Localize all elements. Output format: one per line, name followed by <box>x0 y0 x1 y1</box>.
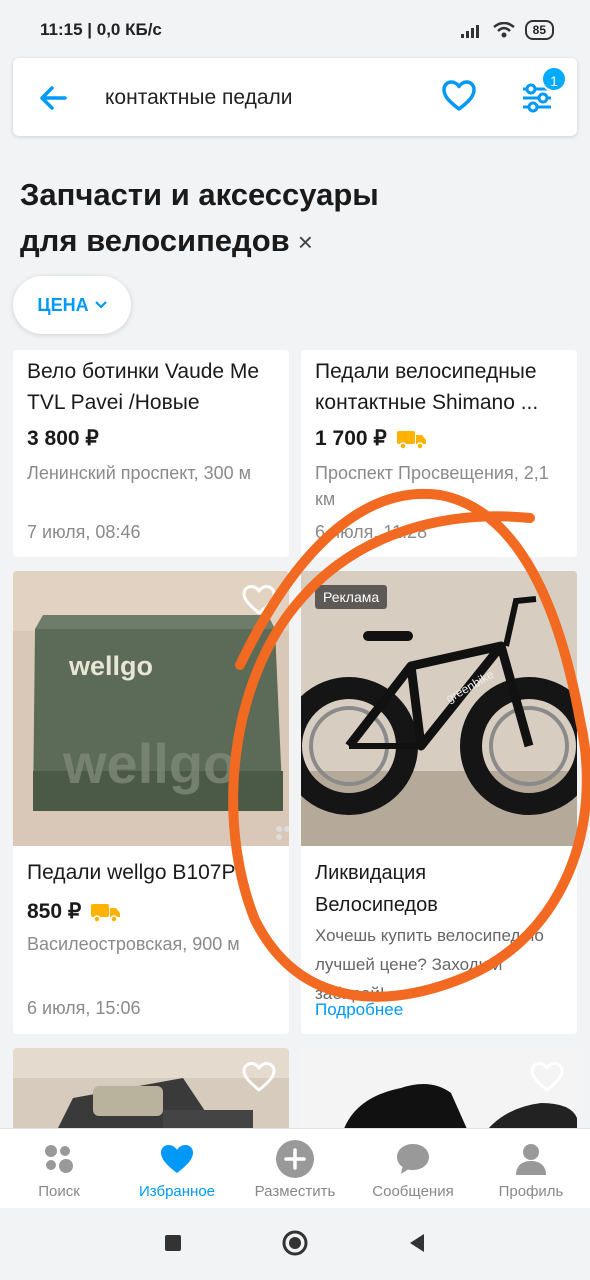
battery-indicator: 85 <box>524 20 554 40</box>
tab-search[interactable]: Поиск <box>0 1129 118 1208</box>
tab-label: Разместить <box>254 1183 336 1200</box>
listing-card[interactable]: Педали велосипедные контактные Shimano .… <box>301 350 577 557</box>
listing-card[interactable]: wellgo wellgo Педали wellgo B107P 850 ₽ … <box>13 571 289 1034</box>
favorite-heart-icon[interactable] <box>241 1060 277 1094</box>
listing-location: Василеостровская, 900 м <box>27 934 240 954</box>
clear-category-button[interactable]: × <box>298 219 313 265</box>
back-triangle-icon[interactable] <box>402 1228 432 1258</box>
save-search-heart-icon[interactable] <box>441 78 477 114</box>
listing-title: Педали велосипедные контактные Shimano .… <box>315 360 539 414</box>
listing-card[interactable] <box>301 1048 577 1138</box>
ad-description: Хочешь купить велосипед по лучшей цене? … <box>315 926 544 1003</box>
tab-favorites[interactable]: Избранное <box>118 1129 236 1208</box>
profile-icon <box>511 1139 551 1179</box>
listing-location: Проспект Просвещения, 2,1 км <box>315 463 549 509</box>
tab-profile[interactable]: Профиль <box>472 1129 590 1208</box>
listing-card[interactable]: Вело ботинки Vaude Me TVL Pavei /Новые 3… <box>13 350 289 557</box>
category-title: Запчасти и аксессуары для велосипедов × <box>20 172 440 265</box>
search-bar: контактные педали 1 <box>13 58 577 136</box>
tab-label: Сообщения <box>372 1183 454 1200</box>
listing-location: Ленинский проспект, 300 м <box>27 463 252 483</box>
status-time: 11:15 | 0,0 КБ/с <box>40 20 162 39</box>
heart-icon <box>157 1139 197 1179</box>
recent-apps-square-icon[interactable] <box>158 1228 188 1258</box>
ad-more-link[interactable]: Подробнее <box>315 1000 403 1020</box>
listing-price: 850 ₽ <box>27 899 121 924</box>
price-filter-label: ЦЕНА <box>37 294 89 315</box>
listing-price-value: 850 ₽ <box>27 900 82 923</box>
listing-price: 1 700 ₽ <box>315 426 427 451</box>
listing-price-value: 1 700 ₽ <box>315 427 387 450</box>
status-bar: 11:15 | 0,0 КБ/с 85 <box>0 0 590 58</box>
ad-photo-fat-bike: greenbike <box>301 571 577 846</box>
tab-post[interactable]: Разместить <box>236 1129 354 1208</box>
listing-date: 6 июля, 11:28 <box>315 522 428 542</box>
favorite-heart-icon[interactable] <box>241 583 277 617</box>
search-dots-icon <box>39 1139 79 1179</box>
ad-card[interactable]: greenbike Реклама Ликвидация Велосипедов… <box>301 571 577 1034</box>
listing-card[interactable] <box>13 1048 289 1138</box>
listing-title: Вело ботинки Vaude Me TVL Pavei /Новые <box>27 360 260 414</box>
listing-price: 3 800 ₽ <box>27 426 99 451</box>
listing-title: Педали wellgo B107P <box>27 861 236 884</box>
listing-price-value: 3 800 ₽ <box>27 427 99 450</box>
wifi-icon <box>492 22 515 38</box>
delivery-truck-icon <box>91 903 121 922</box>
bottom-tab-bar: Поиск Избранное Разместить Сообщения Про… <box>0 1128 590 1208</box>
chat-icon <box>393 1139 433 1179</box>
status-icons: 85 <box>460 20 554 40</box>
price-filter-chip[interactable]: ЦЕНА <box>13 276 131 334</box>
tab-label: Избранное <box>138 1183 216 1200</box>
tab-label: Профиль <box>498 1183 564 1200</box>
listing-photo-brand-text: wellgo <box>68 651 153 681</box>
favorite-heart-icon[interactable] <box>529 1060 565 1094</box>
chevron-down-icon <box>94 301 107 309</box>
system-navigation-bar <box>0 1208 590 1280</box>
listing-date: 7 июля, 08:46 <box>27 522 141 542</box>
listing-date: 6 июля, 15:06 <box>27 998 141 1018</box>
plus-icon <box>275 1139 315 1179</box>
delivery-truck-icon <box>396 430 426 449</box>
svg-text:wellgo: wellgo <box>62 732 237 795</box>
search-input[interactable]: контактные педали <box>105 86 293 110</box>
back-arrow-icon[interactable] <box>37 82 69 114</box>
ad-badge: Реклама <box>315 585 388 609</box>
home-circle-icon[interactable] <box>280 1228 310 1258</box>
tab-label: Поиск <box>38 1183 80 1200</box>
signal-icon <box>460 25 479 38</box>
ad-title: Ликвидация Велосипедов <box>315 862 438 916</box>
filter-count-badge: 1 <box>541 66 567 92</box>
category-title-text: Запчасти и аксессуары для велосипедов <box>20 177 379 258</box>
tab-messages[interactable]: Сообщения <box>354 1129 472 1208</box>
